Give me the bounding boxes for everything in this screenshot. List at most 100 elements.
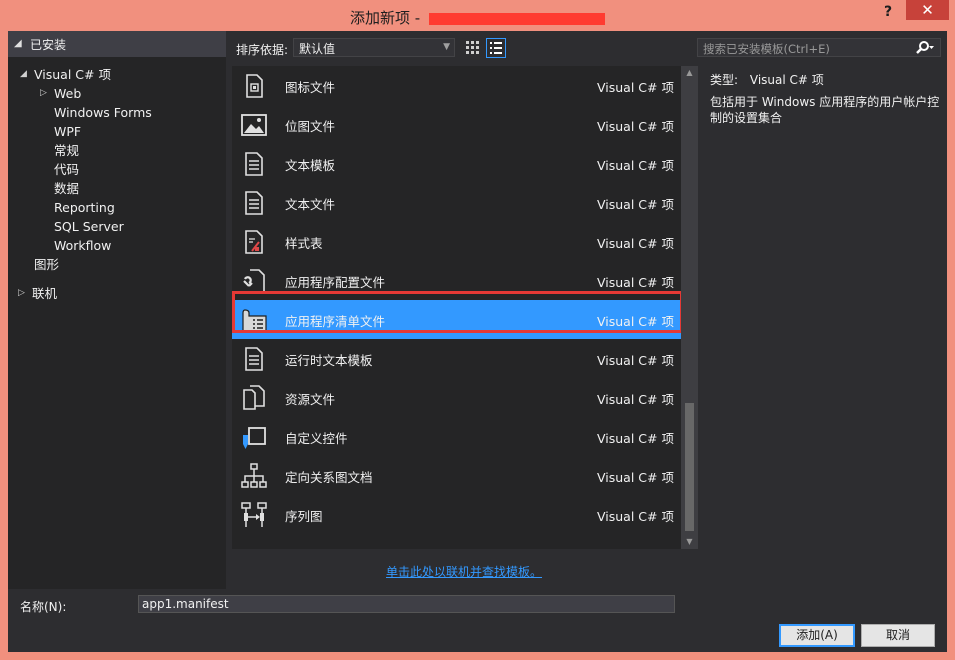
category-tree: ◢ 已安装 ◢ Visual C# 项 ▷ Web Windows Forms … — [8, 31, 226, 589]
template-name: 样式表 — [285, 236, 323, 251]
redacted-project-name — [428, 12, 605, 25]
dgml-icon — [240, 462, 268, 490]
tree-item-code[interactable]: 代码 — [54, 160, 79, 179]
template-type: Visual C# 项 — [597, 158, 674, 173]
template-name: 自定义控件 — [285, 431, 348, 446]
stylesheet-icon — [240, 228, 268, 256]
name-label: 名称(N): — [20, 600, 67, 614]
template-row[interactable]: 样式表 Visual C# 项 — [232, 222, 681, 261]
tree-header-label: 已安装 — [30, 38, 67, 52]
text-template-icon — [240, 150, 268, 178]
collapsed-arrow-icon[interactable]: ▷ — [40, 84, 47, 103]
collapsed-arrow-icon[interactable]: ▷ — [18, 284, 25, 303]
template-row[interactable]: 位图文件 Visual C# 项 — [232, 105, 681, 144]
bottom-bar: 名称(N): 添加(A) 取消 — [8, 589, 947, 652]
tree-item-label: Visual C# 项 — [34, 67, 111, 82]
name-field[interactable] — [138, 595, 675, 613]
template-name: 资源文件 — [285, 392, 336, 407]
search-icon[interactable] — [915, 40, 935, 56]
tree-item-workflow[interactable]: Workflow — [54, 236, 111, 255]
window-title-text: 添加新项 - — [350, 9, 425, 27]
template-row[interactable]: 应用程序配置文件 Visual C# 项 — [232, 261, 681, 300]
template-row[interactable]: 文本文件 Visual C# 项 — [232, 183, 681, 222]
template-list: 图标文件 Visual C# 项 位图文件 Visual C# 项 文本模板 V… — [232, 66, 698, 549]
search-placeholder: 搜索已安装模板(Ctrl+E) — [703, 42, 830, 56]
tree-header-installed[interactable]: ◢ 已安装 — [8, 31, 226, 57]
description-type: 类型: Visual C# 项 — [710, 71, 824, 88]
add-button[interactable]: 添加(A) — [779, 624, 855, 647]
template-row[interactable]: 资源文件 Visual C# 项 — [232, 378, 681, 417]
search-online-link[interactable]: 单击此处以联机并查找模板。 — [386, 563, 542, 580]
template-name: 应用程序清单文件 — [285, 314, 386, 329]
grid-view-button[interactable] — [463, 38, 482, 57]
template-type: Visual C# 项 — [597, 80, 674, 95]
template-row[interactable]: 图标文件 Visual C# 项 — [232, 66, 681, 105]
help-button[interactable]: ? — [878, 2, 898, 22]
description-panel: 类型: Visual C# 项 包括用于 Windows 应用程序的用户帐户控制… — [697, 66, 947, 549]
scroll-up-arrow-icon[interactable]: ▲ — [681, 66, 698, 80]
bitmap-icon — [240, 111, 268, 139]
sort-dropdown-value: 默认值 — [299, 42, 336, 56]
template-name: 应用程序配置文件 — [285, 275, 386, 290]
template-row[interactable]: 自定义控件 Visual C# 项 — [232, 417, 681, 456]
runtime-template-icon — [240, 345, 268, 373]
dialog-client: ◢ 已安装 ◢ Visual C# 项 ▷ Web Windows Forms … — [8, 31, 947, 652]
close-button[interactable]: ✕ — [906, 0, 949, 20]
sort-dropdown[interactable]: 默认值 ▼ — [293, 38, 455, 57]
tree-item-label: 常规 — [54, 143, 80, 158]
template-type: Visual C# 项 — [597, 236, 674, 251]
custom-control-icon — [240, 423, 268, 451]
tree-item-label: 联机 — [32, 286, 58, 301]
tree-item-reporting[interactable]: Reporting — [54, 198, 115, 217]
tree-item-label: Workflow — [54, 238, 112, 253]
tree-item-label: Reporting — [54, 200, 115, 215]
template-type: Visual C# 项 — [597, 392, 674, 407]
tree-item-wpf[interactable]: WPF — [54, 122, 81, 141]
template-name: 位图文件 — [285, 119, 336, 134]
description-text: 包括用于 Windows 应用程序的用户帐户控制的设置集合 — [710, 95, 940, 125]
icon-file-icon — [240, 72, 268, 100]
tree-item-general[interactable]: 常规 — [54, 141, 79, 160]
description-type-value: Visual C# 项 — [749, 73, 824, 87]
tree-item-label: 数据 — [54, 181, 80, 196]
collapse-arrow-icon[interactable]: ◢ — [14, 38, 22, 49]
tree-item-data[interactable]: 数据 — [54, 179, 79, 198]
scroll-thumb[interactable] — [685, 403, 694, 531]
template-type: Visual C# 项 — [597, 275, 674, 290]
resource-file-icon — [240, 384, 268, 412]
text-file-icon — [240, 189, 268, 217]
tree-item-graphics[interactable]: 图形 — [34, 255, 59, 274]
template-type: Visual C# 项 — [597, 119, 674, 134]
scroll-down-arrow-icon[interactable]: ▼ — [681, 535, 698, 549]
tree-item-label: Web — [54, 86, 82, 101]
config-file-icon — [240, 267, 268, 295]
cancel-button[interactable]: 取消 — [861, 624, 935, 647]
template-row[interactable]: 序列图 Visual C# 项 — [232, 495, 681, 534]
template-type: Visual C# 项 — [597, 509, 674, 524]
template-row[interactable]: 定向关系图文档 Visual C# 项 — [232, 456, 681, 495]
sort-label: 排序依据: — [236, 43, 289, 57]
grid-view-icon — [466, 41, 479, 54]
tree-item-windows-forms[interactable]: Windows Forms — [54, 103, 152, 122]
template-name: 文本文件 — [285, 197, 336, 212]
tree-item-sql-server[interactable]: SQL Server — [54, 217, 124, 236]
template-type: Visual C# 项 — [597, 353, 674, 368]
window-title: 添加新项 - — [0, 7, 955, 28]
template-name: 图标文件 — [285, 80, 336, 95]
chevron-down-icon: ▼ — [443, 42, 450, 52]
template-name: 运行时文本模板 — [285, 353, 373, 368]
tree-item-label: 代码 — [54, 162, 80, 177]
template-type: Visual C# 项 — [597, 470, 674, 485]
template-row-selected[interactable]: 应用程序清单文件 Visual C# 项 — [232, 300, 681, 339]
list-view-button[interactable] — [486, 38, 506, 58]
tree-item-label: 图形 — [34, 257, 60, 272]
search-input[interactable]: 搜索已安装模板(Ctrl+E) — [697, 38, 941, 57]
template-row[interactable]: 文本模板 Visual C# 项 — [232, 144, 681, 183]
template-list-scrollbar[interactable]: ▲ ▼ — [681, 66, 698, 549]
template-name: 定向关系图文档 — [285, 470, 373, 485]
template-row[interactable]: 运行时文本模板 Visual C# 项 — [232, 339, 681, 378]
template-type: Visual C# 项 — [597, 197, 674, 212]
expanded-arrow-icon[interactable]: ◢ — [20, 65, 27, 84]
template-type: Visual C# 项 — [597, 431, 674, 446]
manifest-file-icon — [240, 306, 268, 334]
